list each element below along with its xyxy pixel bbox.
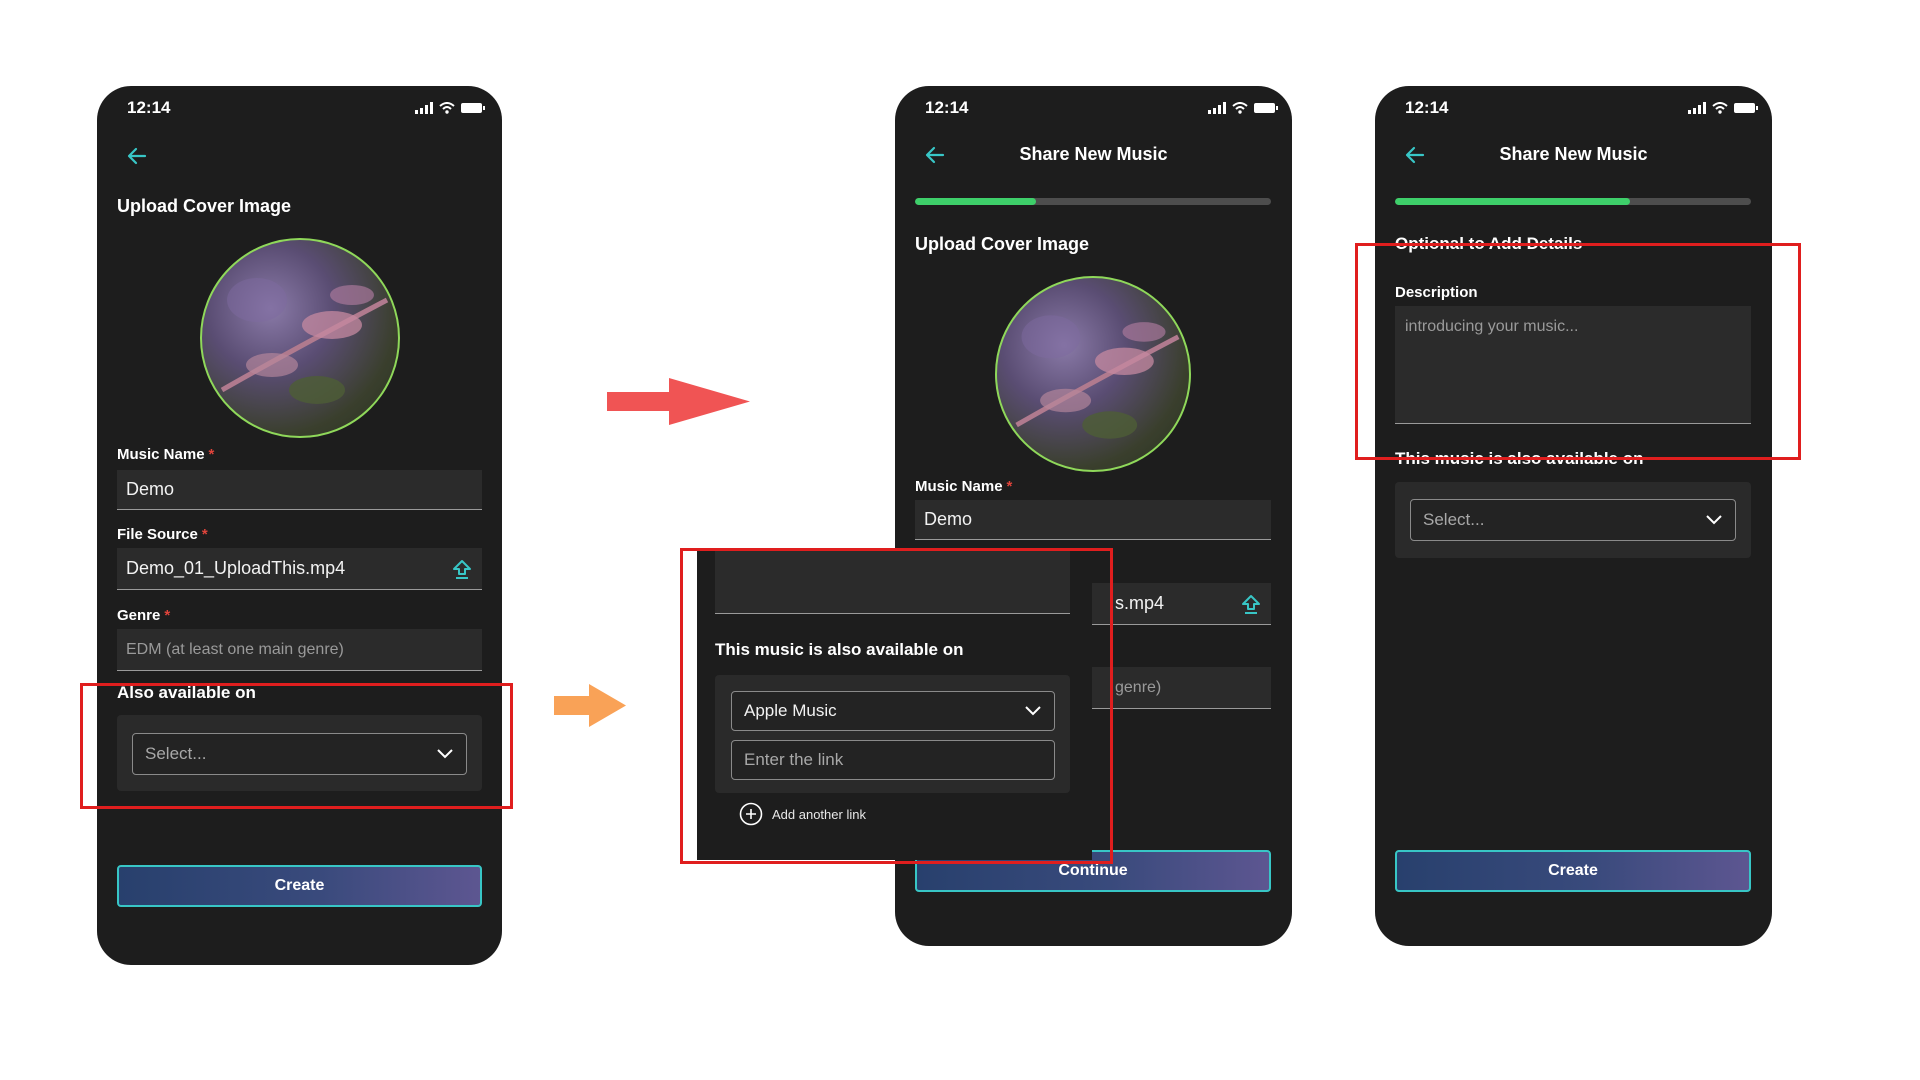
platform-select[interactable]: Select... [1410,499,1736,541]
highlight-box [680,548,1113,864]
upload-cover-title: Upload Cover Image [117,196,292,216]
status-time: 12:14 [127,98,171,117]
status-time: 12:14 [925,98,969,117]
signal-icon [1688,102,1706,114]
wifi-icon [439,102,455,114]
back-arrow-icon[interactable] [125,144,149,168]
signal-icon [1208,102,1226,114]
music-name-input[interactable]: Demo [915,500,1271,540]
wifi-icon [1232,102,1248,114]
status-icons [415,102,485,114]
highlight-box [1355,243,1801,460]
wifi-icon [1712,102,1728,114]
file-source-input[interactable]: Demo_01_UploadThis.mp4 [117,548,482,590]
file-source-value: s.mp4 [1115,593,1165,613]
select-placeholder: Select... [1423,510,1485,529]
chevron-down-icon [1706,515,1722,525]
progress-bar [915,198,1271,205]
signal-icon [415,102,433,114]
progress-fill [915,198,1037,205]
progress-bar [1395,198,1751,205]
status-icons [1208,102,1278,114]
upload-icon[interactable] [451,558,473,580]
music-name-label: Music Name * [117,446,215,463]
status-icons [1688,102,1758,114]
genre-placeholder: genre) [1115,678,1162,696]
progress-fill [1395,198,1630,205]
battery-icon [461,103,485,113]
battery-icon [1734,103,1758,113]
music-name-input[interactable]: Demo [117,470,482,510]
highlight-box [80,683,513,809]
music-name-label: Music Name * [915,478,1013,495]
cover-image[interactable] [200,238,400,438]
genre-label: Genre * [117,607,171,624]
create-button[interactable]: Create [117,865,482,907]
phone-screen-3: 12:14 Share New Music Optional to Add De… [1375,86,1772,946]
arrow-right-icon [554,684,626,727]
phone-screen-1: 12:14 Upload Cover Image Music Name * Dem… [97,86,502,965]
create-button[interactable]: Create [1395,850,1751,892]
arrow-right-icon [607,378,750,425]
header-title: Share New Music [1019,144,1168,164]
upload-icon[interactable] [1240,593,1262,615]
genre-input[interactable]: EDM (at least one main genre) [117,629,482,671]
battery-icon [1254,103,1278,113]
header-title: Share New Music [1499,144,1648,164]
file-source-value: Demo_01_UploadThis.mp4 [126,558,346,578]
file-source-label: File Source * [117,526,208,543]
upload-cover-title: Upload Cover Image [915,234,1090,254]
status-time: 12:14 [1405,98,1449,117]
cover-image[interactable] [995,276,1191,472]
